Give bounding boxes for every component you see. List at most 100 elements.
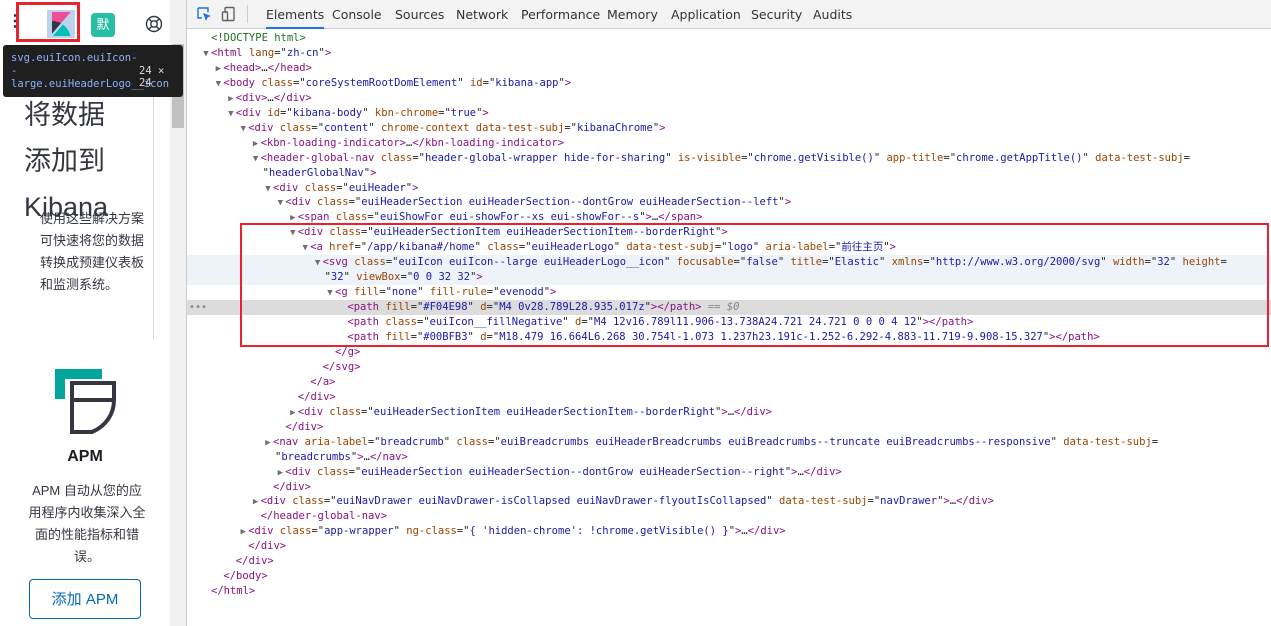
dom-node-line[interactable]: </div> [187, 390, 1271, 405]
dom-token: =" [323, 495, 337, 508]
dom-node-line[interactable]: </div> [187, 554, 1271, 569]
dom-node-line[interactable]: </html> [187, 584, 1271, 599]
dom-node-line[interactable]: ▼ <div class="content" chrome-context dat… [187, 121, 1271, 136]
dom-node-line[interactable]: ▼ <body class="coreSystemRootDomElement" … [187, 76, 1271, 91]
dom-node-line[interactable]: ▼ <div class="euiHeader"> [187, 181, 1271, 196]
dom-node-line[interactable]: ▶ <div>…</div> [187, 91, 1271, 106]
collapse-triangle-icon[interactable]: ▶ [288, 406, 298, 421]
dom-token: <span [297, 211, 336, 224]
collapse-triangle-icon[interactable]: ▶ [251, 137, 261, 152]
dom-token: </div> [248, 540, 287, 553]
more-actions-icon[interactable]: ••• [189, 300, 207, 315]
dom-token: > [564, 76, 572, 89]
tooltip-selector: svg.euiIcon.euiIcon--large.euiHeaderLogo… [11, 52, 170, 90]
dom-node-line[interactable]: </svg> [187, 360, 1271, 375]
dom-token: =" [867, 495, 881, 508]
dom-node-line[interactable]: ▶ <head>…</head> [187, 61, 1271, 76]
expand-triangle-icon[interactable]: ▼ [226, 107, 236, 122]
dom-node-line[interactable]: <!DOCTYPE html> [187, 31, 1271, 46]
dom-node-line[interactable]: ▼ <div class="euiHeaderSection euiHeaderS… [187, 195, 1271, 210]
dom-node-line[interactable]: ▶ <kbn-loading-indicator>…</kbn-loading-i… [187, 136, 1271, 151]
dom-node-line[interactable]: </g> [187, 345, 1271, 360]
dom-token: content [324, 121, 369, 134]
tab-sources[interactable]: Sources [395, 0, 444, 29]
dom-node-line[interactable]: </a> [187, 375, 1271, 390]
dom-token: header-global-wrapper hide-for-sharing [424, 151, 666, 164]
dom-token: class [456, 435, 488, 448]
dom-token: " [665, 151, 678, 164]
tab-elements[interactable]: Elements [266, 0, 325, 29]
dom-token: </svg> [322, 360, 361, 373]
dom-token: class [380, 151, 413, 164]
dom-node-line[interactable]: ▶ <nav aria-label="breadcrumb" class="eui… [187, 435, 1271, 450]
dom-node-line[interactable]: ▼ <div id="kibana-body" kbn-chrome="true"… [187, 106, 1271, 121]
dom-token: " [766, 495, 779, 508]
dom-token: kibana-body [292, 106, 363, 119]
expand-triangle-icon[interactable]: ▼ [251, 152, 261, 167]
dom-token: = [1183, 151, 1190, 164]
tab-console[interactable]: Console [332, 0, 382, 29]
collapse-triangle-icon[interactable]: ▶ [213, 62, 223, 77]
toolbar-separator [247, 5, 248, 23]
dom-node-line[interactable]: </header-global-nav> [187, 509, 1271, 524]
dom-token: </g> [335, 345, 361, 358]
expand-triangle-icon[interactable]: ▼ [275, 196, 285, 211]
dom-token: aria-label [304, 435, 368, 448]
space-avatar[interactable]: 默 [91, 13, 115, 37]
dom-node-line[interactable]: </div> [187, 420, 1271, 435]
tab-application[interactable]: Application [671, 0, 741, 29]
expand-triangle-icon[interactable]: ▼ [238, 122, 248, 137]
dom-node-line[interactable]: "headerGlobalNav"> [187, 166, 1271, 181]
dom-node-line[interactable]: </body> [187, 569, 1271, 584]
help-icon[interactable] [145, 15, 163, 33]
dom-token: class [279, 121, 312, 134]
inspect-element-icon[interactable] [196, 6, 212, 22]
dom-token: chrome-context data-test-subj [380, 121, 565, 134]
device-toolbar-icon[interactable] [221, 6, 237, 22]
dom-token: zh-cn [286, 46, 319, 59]
dom-token: </a> [310, 375, 336, 388]
dom-token: </div> [273, 480, 311, 493]
expand-triangle-icon[interactable]: ▼ [263, 182, 273, 197]
add-apm-button[interactable]: 添加 APM [29, 579, 141, 619]
dom-node-line[interactable]: "breadcrumbs">…</nav> [187, 450, 1271, 465]
tab-audits[interactable]: Audits [813, 0, 852, 29]
tab-memory[interactable]: Memory [607, 0, 658, 29]
dom-token: =" [438, 106, 451, 119]
dom-token: =" [292, 76, 306, 89]
apm-title: APM [67, 448, 103, 465]
collapse-triangle-icon[interactable]: ▶ [251, 495, 261, 510]
dom-token: > [659, 121, 666, 134]
dom-token: <div [273, 181, 305, 194]
collapse-triangle-icon[interactable]: ▶ [238, 525, 248, 540]
dom-node-line[interactable]: ▶ <div class="euiHeaderSection euiHeaderS… [187, 465, 1271, 480]
dom-token: class [292, 495, 324, 508]
dom-token: kibanaChrome [576, 121, 653, 134]
expand-triangle-icon[interactable]: ▼ [201, 47, 211, 62]
dom-token: =" [487, 435, 501, 448]
tab-performance[interactable]: Performance [521, 0, 600, 29]
tooltip-size: 24 × 24 [139, 65, 165, 89]
dom-token: </div> [734, 405, 772, 418]
collapse-triangle-icon[interactable]: ▶ [275, 466, 285, 481]
dom-node-line[interactable]: ▶ <div class="euiHeaderSectionItem euiHea… [187, 405, 1271, 420]
add-data-title-line: 将数据 [24, 100, 105, 130]
dom-node-line[interactable]: ▶ <div class="app-wrapper" ng-class="{ 'h… [187, 524, 1271, 539]
dom-node-line[interactable]: </div> [187, 539, 1271, 554]
tab-network[interactable]: Network [456, 0, 508, 29]
dom-token: true [450, 106, 477, 119]
dom-node-line[interactable]: ▶ <div class="euiNavDrawer euiNavDrawer-i… [187, 494, 1271, 509]
dom-token: </head> [267, 61, 312, 74]
tab-security[interactable]: Security [751, 0, 802, 29]
dom-token: breadcrumbs [281, 450, 351, 463]
dom-node-line[interactable]: ▼ <header-global-nav class="header-global… [187, 151, 1271, 166]
add-data-title-line: 添加到 [24, 146, 105, 176]
devtools-panel: Elements Console Sources Network Performance… [187, 0, 1271, 626]
dom-node-line[interactable]: ▼ <html lang="zh-cn"> [187, 46, 1271, 61]
dom-token: =" [741, 151, 754, 164]
dom-token: euiShowFor eui-showFor--xs eui-showFor--… [380, 211, 640, 224]
collapse-triangle-icon[interactable]: ▶ [226, 92, 236, 107]
expand-triangle-icon[interactable]: ▼ [213, 77, 223, 92]
dom-node-line[interactable]: </div> [187, 480, 1271, 495]
collapse-triangle-icon[interactable]: ▶ [263, 436, 273, 451]
